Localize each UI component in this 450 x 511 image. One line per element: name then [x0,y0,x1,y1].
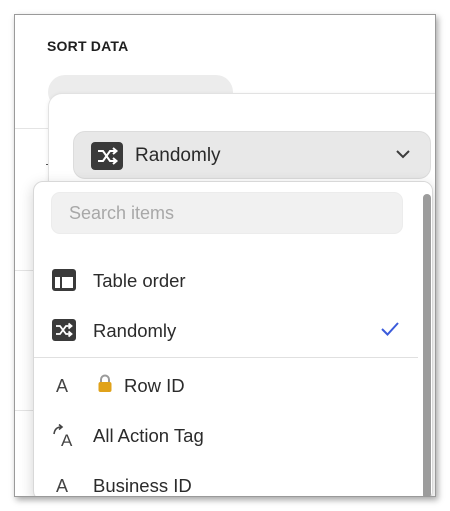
field-label: Row ID [124,375,185,396]
text-field-icon: A [51,373,77,397]
search-field[interactable] [51,192,403,234]
field-label: Business ID [93,475,192,496]
lookup-text-field-icon: A [51,423,77,450]
section-title: SORT DATA [47,38,129,54]
svg-text:A: A [61,431,73,449]
svg-text:A: A [56,476,68,496]
field-business-id[interactable]: A Business ID [34,462,418,496]
scrollbar-thumb[interactable] [423,194,431,496]
field-row-id[interactable]: A Row ID [34,362,418,408]
option-randomly[interactable]: Randomly [34,307,418,353]
shuffle-icon [91,142,123,175]
field-label: All Action Tag [93,425,204,446]
chevron-down-icon[interactable] [394,147,412,166]
checkmark-icon [380,321,400,342]
svg-text:A: A [56,376,68,396]
background-divider [15,270,33,271]
option-table-order[interactable]: Table order [34,257,418,303]
table-icon [51,268,77,292]
sort-data-window: SORT DATA Randomly Search items Table or… [14,14,436,497]
option-label: Randomly [93,320,177,341]
search-input[interactable] [52,193,402,233]
options-divider [34,357,418,358]
sort-method-select[interactable]: Randomly [73,131,431,179]
background-divider [15,410,33,411]
lock-icon [97,374,113,398]
option-label: Table order [93,270,186,291]
sort-options-dropdown: Table order Randomly [33,181,433,496]
selected-sort-label: Randomly [135,145,221,166]
shuffle-icon [51,318,77,342]
field-all-action-tag[interactable]: A All Action Tag [34,412,418,458]
text-field-icon: A [51,473,77,496]
